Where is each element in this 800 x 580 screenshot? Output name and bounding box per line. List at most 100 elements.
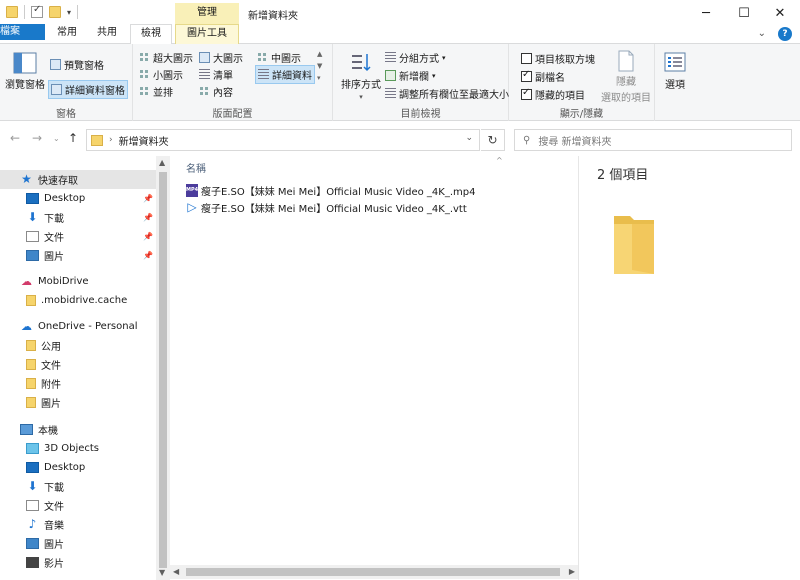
forward-button[interactable]: → — [32, 131, 42, 145]
nav-item-3d-objects[interactable]: 3D Objects — [0, 439, 156, 458]
content-button[interactable]: 內容 — [199, 84, 233, 99]
group-by-button[interactable]: 分組方式 ▾ — [385, 50, 446, 65]
scroll-right-icon[interactable]: ▶ — [569, 567, 575, 576]
search-icon: ⚲ — [523, 134, 531, 146]
pin-icon[interactable]: 📌 — [143, 232, 153, 241]
nav-item-downloads[interactable]: ⬇ 下載 📌 — [0, 208, 156, 227]
pin-icon[interactable]: 📌 — [143, 213, 153, 222]
scroll-thumb[interactable] — [186, 568, 560, 576]
details-view-button[interactable]: 詳細資料 — [255, 65, 315, 84]
pin-icon[interactable]: 📌 — [143, 194, 153, 203]
refresh-button[interactable]: ↻ — [481, 129, 505, 151]
tab-view[interactable]: 檢視 — [130, 24, 172, 45]
nav-item-onedrive[interactable]: ☁ OneDrive - Personal — [0, 317, 156, 336]
chevron-right-icon[interactable]: › — [109, 135, 113, 145]
preview-pane-button[interactable]: 預覽窗格 — [50, 57, 104, 72]
nav-item-onedrive-public[interactable]: 公用 — [0, 336, 156, 355]
nav-item-pictures[interactable]: 圖片 📌 — [0, 246, 156, 265]
nav-item-documents[interactable]: 文件 📌 — [0, 227, 156, 246]
nav-label: 快速存取 — [38, 176, 78, 187]
item-checkboxes-toggle[interactable]: 項目核取方塊 — [521, 51, 595, 66]
close-button[interactable]: ✕ — [760, 0, 800, 26]
nav-label: 附件 — [41, 380, 61, 391]
medium-icons-button[interactable]: 中圖示 — [257, 50, 301, 65]
file-extensions-label: 副檔名 — [535, 73, 565, 84]
nav-item-pc-music[interactable]: ♪ 音樂 — [0, 515, 156, 534]
hide-selected-button[interactable]: 隱藏 選取的項目 — [601, 50, 651, 104]
extra-large-icons-button[interactable]: 超大圖示 — [139, 50, 193, 65]
scroll-thumb[interactable] — [159, 172, 167, 568]
new-folder-icon[interactable] — [49, 6, 61, 18]
nav-label: 音樂 — [44, 521, 64, 532]
address-bar[interactable]: › 新增資料夾 ⌄ — [86, 129, 480, 151]
nav-item-onedrive-attachments[interactable]: 附件 — [0, 374, 156, 393]
chevron-down-icon[interactable]: ⌄ — [465, 133, 473, 143]
nav-item-pc-desktop[interactable]: Desktop — [0, 458, 156, 477]
file-extensions-checkbox[interactable] — [521, 69, 532, 82]
nav-item-this-pc[interactable]: 本機 — [0, 420, 156, 439]
collapse-ribbon-icon[interactable]: ⌄ — [758, 28, 766, 39]
nav-pane-button[interactable]: 瀏覽窗格 — [5, 52, 45, 91]
up-button[interactable]: ↑ — [68, 131, 78, 145]
medium-icons-label: 中圖示 — [271, 54, 301, 65]
group-label: 目前檢視 — [400, 109, 441, 120]
sort-by-label: 排序方式 — [341, 80, 381, 91]
nav-item-pc-downloads[interactable]: ⬇ 下載 — [0, 477, 156, 496]
content-label: 內容 — [213, 88, 233, 99]
large-icons-button[interactable]: 大圖示 — [199, 50, 243, 65]
file-item[interactable]: MP4 瘦子E.SO【妹妹 Mei Mei】Official Music Vid… — [186, 182, 475, 198]
nav-item-onedrive-documents[interactable]: 文件 — [0, 355, 156, 374]
nav-item-quick-access[interactable]: ★ 快速存取 — [0, 170, 156, 189]
properties-icon[interactable] — [31, 4, 43, 18]
options-button[interactable]: 選項 — [664, 52, 686, 91]
customize-toolbar-icon[interactable]: ▾ — [67, 8, 71, 17]
panes-group: 瀏覽窗格 預覽窗格 詳細資料窗格 窗格 — [0, 44, 133, 121]
help-icon[interactable]: ? — [778, 27, 792, 41]
pin-icon[interactable]: 📌 — [143, 251, 153, 260]
details-pane-button[interactable]: 詳細資料窗格 — [48, 80, 128, 99]
scroll-left-icon[interactable]: ◀ — [173, 567, 179, 576]
size-all-columns-button[interactable]: 調整所有欄位至最適大小 — [385, 86, 509, 101]
hidden-items-toggle[interactable]: 隱藏的項目 — [521, 87, 585, 102]
recent-locations-icon[interactable]: ⌄ — [53, 134, 60, 143]
quick-access-toolbar: ▾ — [6, 4, 79, 19]
column-header-name[interactable]: 名稱 — [186, 160, 206, 175]
small-icons-button[interactable]: 小圖示 — [139, 67, 183, 82]
back-button[interactable]: ← — [10, 131, 20, 145]
mobidrive-icon: ☁ — [21, 275, 32, 288]
maximize-button[interactable]: ☐ — [724, 0, 764, 26]
tiles-button[interactable]: 並排 — [139, 84, 173, 99]
nav-label: 圖片 — [41, 399, 61, 410]
layout-scroll-icon[interactable]: ▲ ▼ ▾ — [317, 48, 322, 84]
hidden-items-checkbox[interactable] — [521, 87, 532, 100]
tab-share[interactable]: 共用 — [92, 24, 122, 44]
group-label: 版面配置 — [212, 109, 253, 120]
search-input[interactable]: ⚲ 搜尋 新增資料夾 — [514, 129, 792, 151]
item-checkboxes-checkbox[interactable] — [521, 53, 532, 64]
list-button[interactable]: 清單 — [199, 67, 233, 82]
scroll-down-icon[interactable]: ▼ — [159, 568, 165, 577]
add-columns-button[interactable]: 新增欄 ▾ — [385, 68, 436, 83]
tab-file[interactable]: 檔案 — [0, 24, 45, 40]
path-segment[interactable]: 新增資料夾 — [119, 133, 169, 148]
file-extensions-toggle[interactable]: 副檔名 — [521, 69, 565, 84]
nav-item-onedrive-pictures[interactable]: 圖片 — [0, 393, 156, 412]
nav-item-mobidrive-cache[interactable]: .mobidrive.cache — [0, 291, 156, 310]
tab-home[interactable]: 常用 — [52, 24, 82, 44]
tab-picture-tools[interactable]: 圖片工具 — [175, 24, 239, 44]
folder-icon — [26, 378, 36, 389]
nav-item-pc-pictures[interactable]: 圖片 — [0, 534, 156, 553]
nav-item-pc-videos[interactable]: 影片 — [0, 553, 156, 572]
cloud-icon: ☁ — [21, 320, 32, 333]
nav-item-pc-documents[interactable]: 文件 — [0, 496, 156, 515]
nav-item-mobidrive[interactable]: ☁ MobiDrive — [0, 272, 156, 291]
file-item[interactable]: ▷ 瘦子E.SO【妹妹 Mei Mei】Official Music Video… — [186, 199, 466, 215]
nav-label: 本機 — [38, 426, 58, 437]
nav-scrollbar[interactable]: ▲ ▼ — [156, 156, 170, 580]
scroll-up-icon[interactable]: ▲ — [159, 158, 165, 167]
large-icons-icon — [139, 52, 150, 63]
horizontal-scrollbar[interactable]: ◀ ▶ — [170, 565, 578, 579]
nav-item-desktop[interactable]: Desktop 📌 — [0, 189, 156, 208]
minimize-button[interactable]: ─ — [686, 0, 726, 26]
sort-by-button[interactable]: 排序方式 ▾ — [341, 52, 381, 101]
